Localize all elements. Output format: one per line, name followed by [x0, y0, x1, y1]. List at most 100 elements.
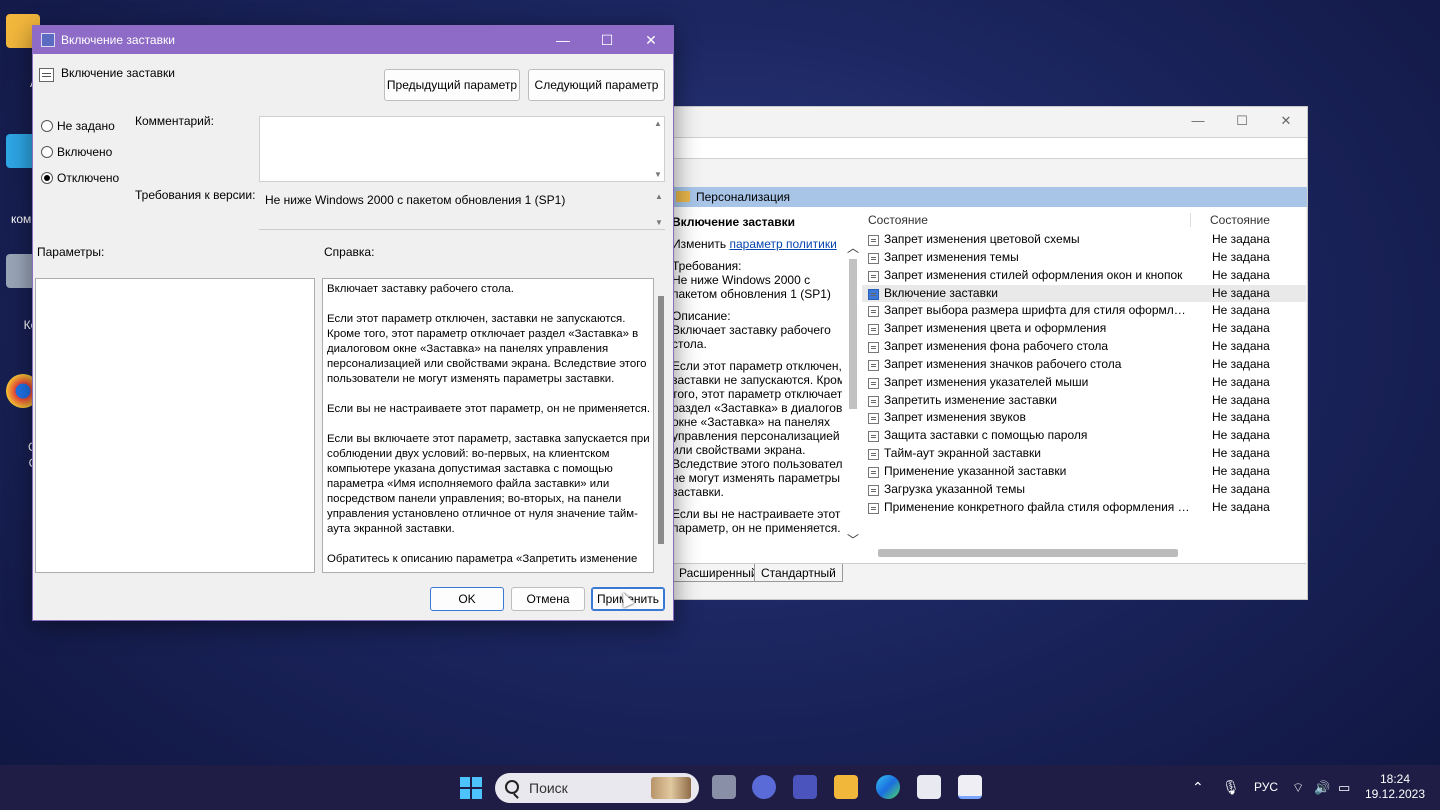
- comment-label: Комментарий:: [135, 114, 214, 128]
- desc-line: Если вы не настраиваете этот: [672, 507, 841, 521]
- folder-icon: [676, 191, 690, 202]
- policy-state-cell: Не задана: [1212, 410, 1270, 425]
- notepad-icon[interactable]: [958, 775, 982, 799]
- desc-line: Вследствие этого пользователи: [672, 457, 842, 471]
- help-scrollbar[interactable]: [655, 296, 667, 568]
- taskbar-search[interactable]: Поиск: [495, 773, 699, 803]
- scroll-up-icon[interactable]: ▲: [653, 192, 665, 201]
- policy-list: Запрет изменения цветовой схемы Не задана…: [862, 231, 1306, 517]
- options-panel: [35, 278, 315, 573]
- table-row[interactable]: Загрузка указанной темы Не задана: [862, 481, 1306, 499]
- radio-circle[interactable]: [41, 172, 53, 184]
- desc-line: раздел «Заставка» в диалоговом: [672, 401, 842, 415]
- column-header-name[interactable]: Состояние: [868, 209, 928, 231]
- scroll-thumb[interactable]: [849, 259, 857, 409]
- table-row[interactable]: Включение заставки Не задана: [862, 284, 1306, 303]
- requirements-field: Не ниже Windows 2000 с пакетом обновлени…: [259, 190, 665, 230]
- policy-setting-icon: [868, 413, 879, 425]
- search-placeholder[interactable]: Поиск: [529, 773, 568, 803]
- chevron-up-icon[interactable]: ︿: [846, 241, 860, 255]
- policy-name-cell: Запрет выбора размера шрифта для стиля о…: [884, 303, 1190, 318]
- policy-state-cell: Не задана: [1212, 232, 1270, 246]
- minimize-icon[interactable]: —: [541, 26, 585, 54]
- task-view-icon[interactable]: [712, 775, 736, 799]
- table-row[interactable]: Запретить изменение заставки Не задана: [862, 392, 1306, 410]
- table-row[interactable]: Запрет изменения стилей оформления окон …: [862, 267, 1306, 285]
- language-indicator[interactable]: РУС: [1254, 765, 1278, 810]
- help-panel[interactable]: Включает заставку рабочего стола. Если э…: [322, 278, 654, 573]
- store-icon[interactable]: [917, 775, 941, 799]
- help-label: Справка:: [324, 245, 375, 259]
- policy-setting-icon: [868, 466, 879, 478]
- table-row[interactable]: Применение конкретного файла стиля оформ…: [862, 499, 1306, 517]
- desc-scrollbar[interactable]: ︿ ﹀: [846, 241, 860, 547]
- options-label: Параметры:: [37, 245, 105, 259]
- policy-name-cell: Загрузка указанной темы: [884, 481, 1025, 496]
- policy-name-cell: Применение указанной заставки: [884, 463, 1067, 478]
- policy-state-cell: Не задана: [1212, 428, 1270, 443]
- policy-name-cell: Включение заставки: [884, 285, 998, 300]
- table-row[interactable]: Запрет изменения указателей мыши Не задан…: [862, 374, 1306, 392]
- minimize-icon[interactable]: —: [1176, 107, 1220, 135]
- policy-name: Включение заставки: [61, 66, 175, 80]
- ok-button[interactable]: OK: [430, 587, 504, 611]
- close-icon[interactable]: ✕: [629, 26, 673, 54]
- edge-icon[interactable]: [876, 775, 900, 799]
- policy-setting-icon: [868, 395, 879, 407]
- policy-state-cell: Не задана: [1212, 446, 1270, 461]
- comment-field[interactable]: ▲ ▼: [259, 116, 665, 182]
- table-row[interactable]: Защита заставки с помощью пароля Не задан…: [862, 427, 1306, 445]
- table-row[interactable]: Запрет изменения цветовой схемы Не задана: [862, 231, 1306, 249]
- radio-circle[interactable]: [41, 120, 53, 132]
- policy-setting-icon: [868, 324, 879, 336]
- policy-setting-icon: [868, 484, 879, 496]
- table-row[interactable]: Запрет изменения фона рабочего стола Не з…: [862, 338, 1306, 356]
- column-header-state[interactable]: Состояние: [1210, 209, 1270, 231]
- radio-label[interactable]: Не задано: [57, 118, 115, 134]
- help-text: Включает заставку рабочего стола. Если э…: [327, 283, 651, 565]
- cancel-button[interactable]: Отмена: [511, 587, 585, 611]
- table-row[interactable]: Запрет изменения значков рабочего стола Н…: [862, 356, 1306, 374]
- table-row[interactable]: Запрет изменения звуков Не задана: [862, 409, 1306, 427]
- scroll-down-icon[interactable]: ▼: [653, 218, 665, 227]
- policy-setting-icon: [868, 252, 879, 264]
- dialog-title-bar[interactable]: Включение заставки — ☐ ✕: [33, 26, 673, 54]
- close-icon[interactable]: ✕: [1264, 107, 1308, 135]
- chevron-down-icon[interactable]: ﹀: [846, 533, 860, 547]
- start-button[interactable]: [460, 777, 482, 799]
- radio-circle[interactable]: [41, 146, 53, 158]
- windows-logo-icon: [460, 777, 470, 787]
- table-row[interactable]: Запрет изменения темы Не задана: [862, 249, 1306, 267]
- table-row[interactable]: Тайм-аут экранной заставки Не задана: [862, 445, 1306, 463]
- table-row[interactable]: Запрет изменения цвета и оформления Не за…: [862, 320, 1306, 338]
- tab-extended[interactable]: Расширенный: [672, 564, 765, 582]
- microphone-icon[interactable]: 🎙: [1222, 765, 1240, 810]
- next-setting-button[interactable]: Следующий параметр: [528, 69, 665, 101]
- scroll-down-icon[interactable]: ▼: [652, 170, 664, 179]
- chat-icon[interactable]: [752, 775, 776, 799]
- edit-policy-link[interactable]: параметр политики: [729, 237, 836, 251]
- battery-icon[interactable]: ▭: [1338, 765, 1350, 810]
- table-row[interactable]: Запрет выбора размера шрифта для стиля о…: [862, 302, 1306, 320]
- desc-line: Включает заставку рабочего: [672, 323, 831, 337]
- radio-label[interactable]: Включено: [57, 144, 112, 160]
- file-explorer-icon[interactable]: [834, 775, 858, 799]
- maximize-icon[interactable]: ☐: [585, 26, 629, 54]
- previous-setting-button[interactable]: Предыдущий параметр: [384, 69, 520, 101]
- radio-label[interactable]: Отключено: [57, 170, 119, 186]
- tab-standard[interactable]: Стандартный: [754, 564, 843, 582]
- clock[interactable]: 18:24 19.12.2023: [1360, 772, 1430, 802]
- scroll-up-icon[interactable]: ▲: [652, 119, 664, 128]
- policy-state-cell: Не задана: [1212, 249, 1270, 264]
- maximize-icon[interactable]: ☐: [1220, 107, 1264, 135]
- volume-icon[interactable]: 🔊: [1314, 765, 1330, 810]
- horizontal-scroll-thumb[interactable]: [878, 549, 1178, 557]
- chevron-up-icon[interactable]: ⌃: [1192, 765, 1204, 810]
- wifi-icon[interactable]: ⌔: [1292, 765, 1304, 810]
- policy-state-cell: Не задана: [1212, 321, 1270, 336]
- teams-icon[interactable]: [793, 775, 817, 799]
- table-row[interactable]: Применение указанной заставки Не задана: [862, 463, 1306, 481]
- desc-line: того, этот параметр отключает: [672, 387, 842, 401]
- desc-title: Включение заставки: [672, 215, 795, 229]
- scroll-thumb[interactable]: [658, 296, 664, 544]
